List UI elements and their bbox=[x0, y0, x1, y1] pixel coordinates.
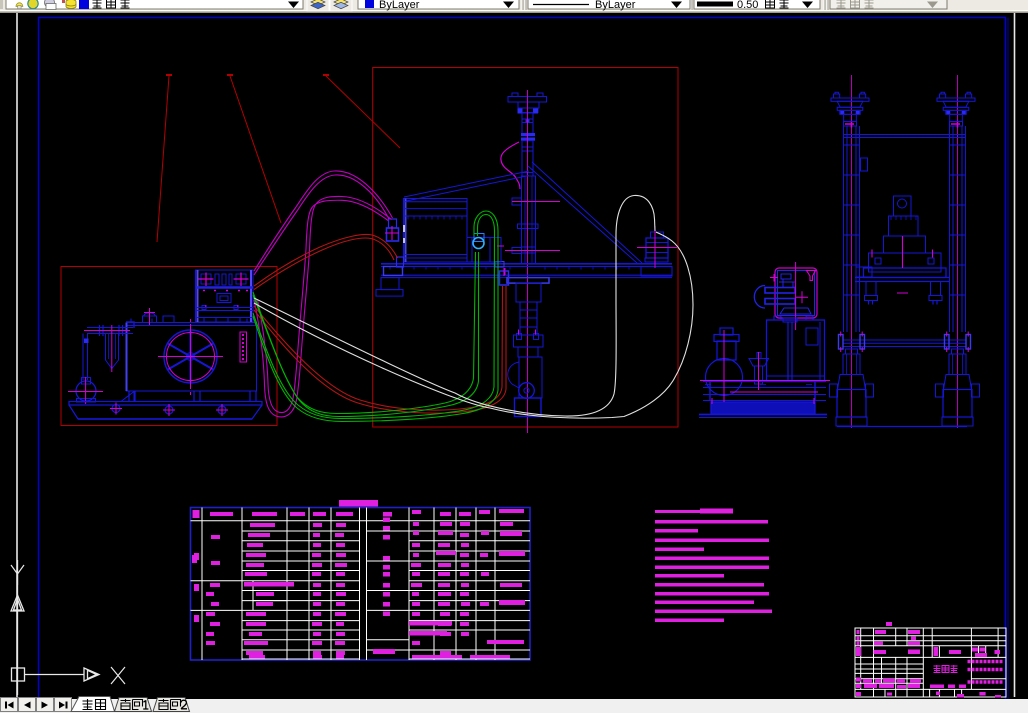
svg-text:0.50: 0.50 bbox=[737, 0, 758, 11]
svg-text:ByLayer: ByLayer bbox=[595, 0, 636, 11]
svg-text:ByLayer: ByLayer bbox=[379, 0, 420, 11]
